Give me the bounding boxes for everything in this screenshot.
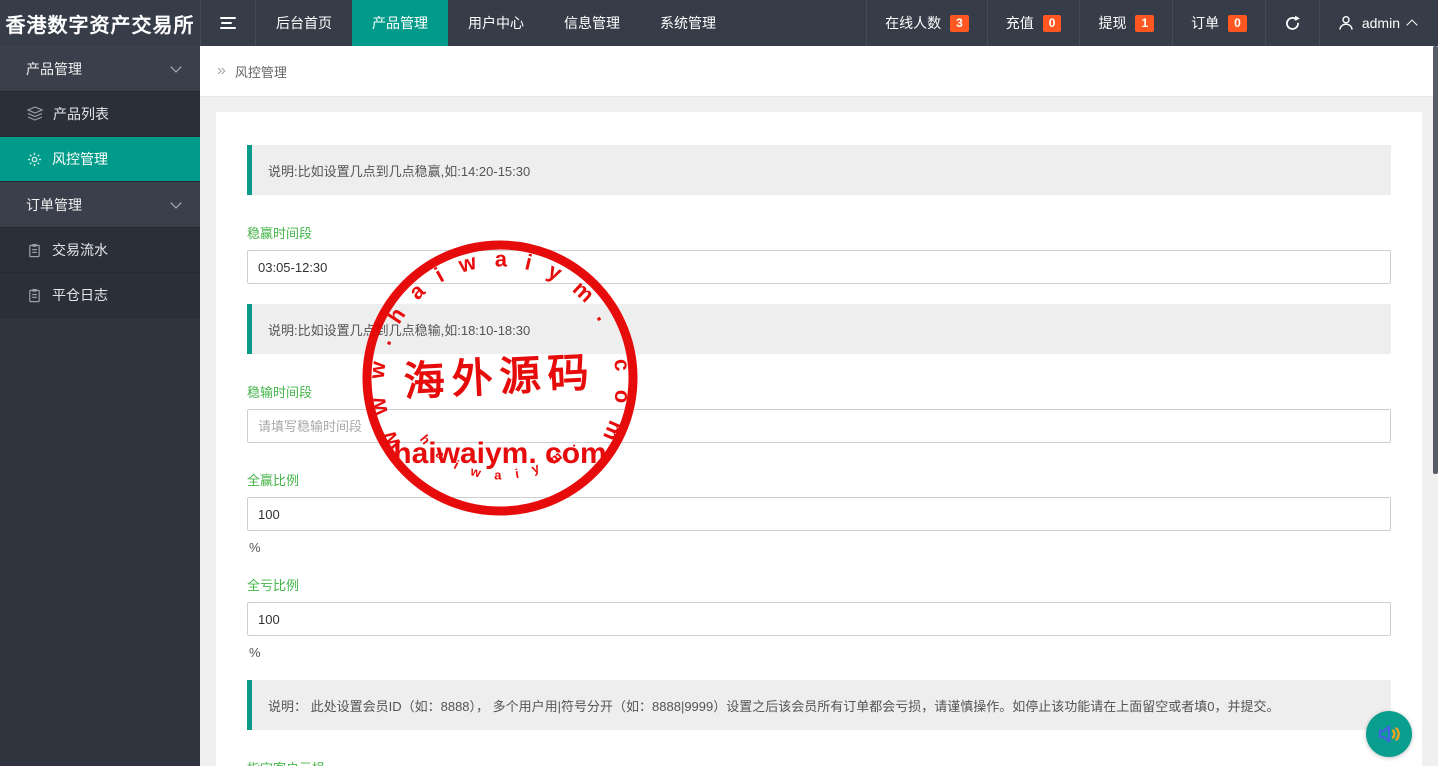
- sidebar-group-products[interactable]: 产品管理: [0, 46, 200, 92]
- breadcrumb: » 风控管理: [200, 46, 1438, 97]
- field-all-win-ratio: 全赢比例 %: [247, 470, 1391, 555]
- nav-tab-users[interactable]: 用户中心: [448, 0, 544, 46]
- double-chevron-icon: »: [217, 63, 226, 79]
- sidebar-group-label: 产品管理: [26, 59, 82, 79]
- info-alert-member-loss: 说明： 此处设置会员ID（如：8888）， 多个用户用|符号分开（如：8888|…: [247, 680, 1391, 730]
- percent-unit: %: [249, 540, 1391, 555]
- all-win-ratio-input[interactable]: [247, 497, 1391, 531]
- vertical-scrollbar-thumb[interactable]: [1433, 46, 1438, 474]
- info-alert-lose-time: 说明:比如设置几点到几点稳输,如:18:10-18:30: [247, 304, 1391, 354]
- field-label: 稳输时间段: [247, 382, 1391, 401]
- nav-tab-dashboard[interactable]: 后台首页: [256, 0, 352, 46]
- sidebar-item-product-list[interactable]: 产品列表: [0, 92, 200, 137]
- gear-icon: [27, 152, 42, 167]
- sidebar-item-label: 平仓日志: [52, 285, 108, 305]
- lose-period-input[interactable]: [247, 409, 1391, 443]
- stat-label: 在线人数: [885, 13, 941, 33]
- sidebar-item-label: 产品列表: [53, 104, 109, 124]
- sidebar-item-close-log[interactable]: 平仓日志: [0, 273, 200, 318]
- stat-label: 提现: [1098, 13, 1126, 33]
- menu-toggle-icon[interactable]: [200, 0, 256, 46]
- stat-deposits[interactable]: 充值 0: [987, 0, 1080, 46]
- sidebar: 产品管理 产品列表 风控管理 订单管理: [0, 46, 200, 766]
- stat-badge: 3: [950, 15, 969, 32]
- stat-label: 订单: [1191, 13, 1219, 33]
- sidebar-item-trade-flow[interactable]: 交易流水: [0, 228, 200, 273]
- user-icon: [1338, 15, 1354, 31]
- chevron-down-icon: [170, 197, 181, 208]
- content-area: 说明:比如设置几点到几点稳赢,如:14:20-15:30 稳赢时间段 说明:比如…: [200, 97, 1438, 766]
- announcement-sound-button[interactable]: [1366, 711, 1412, 757]
- user-menu[interactable]: admin: [1319, 0, 1438, 46]
- stat-online-users[interactable]: 在线人数 3: [866, 0, 987, 46]
- stat-orders[interactable]: 订单 0: [1172, 0, 1265, 46]
- speaker-icon: [1376, 721, 1402, 747]
- top-header: 香港数字资产交易所 后台首页 产品管理 用户中心 信息管理 系统管理 在线人数 …: [0, 0, 1438, 46]
- field-label: 全赢比例: [247, 470, 1391, 489]
- field-label: 稳赢时间段: [247, 223, 1391, 242]
- layers-icon: [27, 106, 43, 122]
- chevron-down-icon: [170, 61, 181, 72]
- sidebar-item-label: 风控管理: [52, 149, 108, 169]
- sidebar-item-risk-control[interactable]: 风控管理: [0, 137, 200, 182]
- main-area: » 风控管理 说明:比如设置几点到几点稳赢,如:14:20-15:30 稳赢时间…: [200, 46, 1438, 766]
- field-win-period: 稳赢时间段: [247, 223, 1391, 284]
- app-logo: 香港数字资产交易所: [0, 0, 200, 46]
- info-alert-win-time: 说明:比如设置几点到几点稳赢,如:14:20-15:30: [247, 145, 1391, 195]
- refresh-icon[interactable]: [1265, 0, 1319, 46]
- stat-withdrawals[interactable]: 提现 1: [1079, 0, 1172, 46]
- sidebar-item-label: 交易流水: [52, 240, 108, 260]
- field-target-customer-loss: 指定客户亏损: [247, 758, 1391, 766]
- sidebar-group-orders[interactable]: 订单管理: [0, 182, 200, 228]
- field-all-lose-ratio: 全亏比例 %: [247, 575, 1391, 660]
- field-label: 指定客户亏损: [247, 758, 1391, 766]
- field-lose-period: 稳输时间段: [247, 382, 1391, 443]
- win-period-input[interactable]: [247, 250, 1391, 284]
- stat-badge: 1: [1135, 15, 1154, 32]
- nav-tab-system[interactable]: 系统管理: [640, 0, 736, 46]
- username: admin: [1362, 15, 1400, 31]
- percent-unit: %: [249, 645, 1391, 660]
- stat-badge: 0: [1043, 15, 1062, 32]
- nav-tab-products[interactable]: 产品管理: [352, 0, 448, 46]
- nav-tab-info[interactable]: 信息管理: [544, 0, 640, 46]
- field-label: 全亏比例: [247, 575, 1391, 594]
- risk-control-form: 说明:比如设置几点到几点稳赢,如:14:20-15:30 稳赢时间段 说明:比如…: [216, 112, 1422, 766]
- sidebar-group-label: 订单管理: [26, 195, 82, 215]
- stat-label: 充值: [1006, 13, 1034, 33]
- clipboard-icon: [27, 288, 42, 303]
- chevron-up-icon: [1406, 19, 1417, 30]
- clipboard-icon: [27, 243, 42, 258]
- stat-badge: 0: [1228, 15, 1247, 32]
- all-lose-ratio-input[interactable]: [247, 602, 1391, 636]
- breadcrumb-label[interactable]: 风控管理: [235, 62, 287, 81]
